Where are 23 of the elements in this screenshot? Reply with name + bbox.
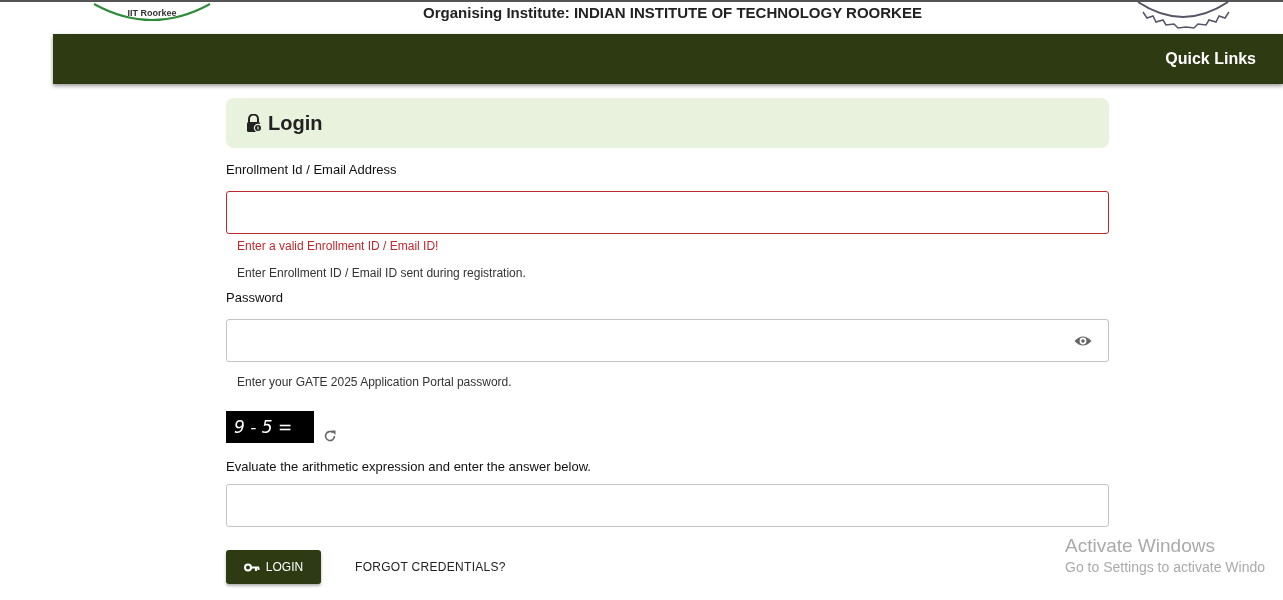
password-field[interactable] (226, 319, 1109, 362)
answer-field[interactable] (226, 484, 1109, 527)
captcha-text: 9 - 5 = (233, 417, 293, 437)
logo-text: IIT Roorkee (127, 8, 177, 18)
help-text: Enter your GATE 2025 Application Portal password. (237, 375, 513, 389)
refresh-icon[interactable] (323, 429, 337, 443)
logo-arc-icon (92, 2, 212, 22)
captcha-instruction: Evaluate the arithmetic expression and enter the answer below. (226, 459, 592, 474)
key-icon (243, 562, 260, 572)
field-label: Enrollment Id / Email Address (226, 162, 398, 177)
login-button[interactable]: LOGIN (226, 550, 321, 584)
help-text: Enter Enrollment ID / Email ID sent during registration. (237, 266, 527, 280)
quick-links-link[interactable]: Quick Links (1165, 50, 1256, 68)
error-message: Enter a valid Enrollment ID / Email ID! (237, 239, 440, 253)
field-label: Password (226, 290, 285, 305)
forgot-credentials-link[interactable]: FORGOT CREDENTIALS? (349, 559, 512, 575)
activate-windows-text: Go to Settings to activate Windo (1065, 559, 1265, 575)
lock-icon (246, 114, 262, 132)
eye-icon[interactable] (1074, 334, 1092, 347)
organiser-heading: Organising Institute: INDIAN INSTITUTE OF TECHNOLOGY ROORKEE (423, 4, 922, 21)
input-field[interactable] (226, 191, 1109, 234)
activate-windows-title: Activate Windows (1065, 535, 1216, 557)
login-title: Login (268, 111, 323, 135)
